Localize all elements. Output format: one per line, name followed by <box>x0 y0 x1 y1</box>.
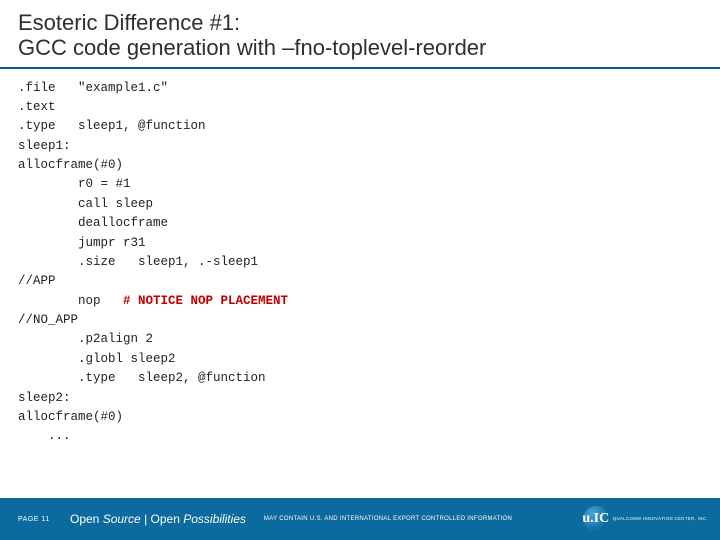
code-line: .globl sleep2 <box>18 352 176 366</box>
footer-legal: MAY CONTAIN U.S. AND INTERNATIONAL EXPOR… <box>246 516 583 522</box>
logo-wrap: u.IC <box>583 506 609 532</box>
logo-subtext: QUALCOMM INNOVATION CENTER, INC. <box>609 517 708 522</box>
logo-text: u.IC <box>582 511 609 527</box>
title-line-2: GCC code generation with –fno-toplevel-r… <box>18 35 702 60</box>
code-line: .file "example1.c" <box>18 81 168 95</box>
code-line: call sleep <box>18 197 153 211</box>
code-line: sleep1: <box>18 139 71 153</box>
code-block: .file "example1.c" .text .type sleep1, @… <box>0 69 720 447</box>
code-line: //NO_APP <box>18 313 78 327</box>
motto-text: Open <box>70 512 103 526</box>
slide: Esoteric Difference #1: GCC code generat… <box>0 0 720 540</box>
code-line: .size sleep1, .-sleep1 <box>18 255 258 269</box>
code-line: allocframe(#0) <box>18 410 123 424</box>
code-line: jumpr r31 <box>18 236 146 250</box>
page-number: PAGE 11 <box>0 516 60 523</box>
code-line: allocframe(#0) <box>18 158 123 172</box>
footer-logo: u.IC QUALCOMM INNOVATION CENTER, INC. <box>583 506 720 532</box>
code-line: .type sleep2, @function <box>18 371 266 385</box>
footer-bar: PAGE 11 Open Source | Open Possibilities… <box>0 498 720 540</box>
title-block: Esoteric Difference #1: GCC code generat… <box>0 0 720 69</box>
code-line: sleep2: <box>18 391 71 405</box>
code-line: .text <box>18 100 56 114</box>
logo-mark: u.IC <box>583 506 609 532</box>
code-line: .type sleep1, @function <box>18 119 206 133</box>
motto-text: | Open <box>141 512 183 526</box>
motto-text: Source <box>103 512 141 526</box>
code-line: .p2align 2 <box>18 332 153 346</box>
code-line: r0 = #1 <box>18 177 131 191</box>
motto-text: Possibilities <box>183 512 246 526</box>
code-line: //APP <box>18 274 56 288</box>
title-line-1: Esoteric Difference #1: <box>18 10 702 35</box>
footer-motto: Open Source | Open Possibilities <box>60 512 246 526</box>
code-line: ... <box>18 429 71 443</box>
code-highlight: # NOTICE NOP PLACEMENT <box>123 294 288 308</box>
code-line: deallocframe <box>18 216 168 230</box>
code-line: nop <box>18 294 123 308</box>
